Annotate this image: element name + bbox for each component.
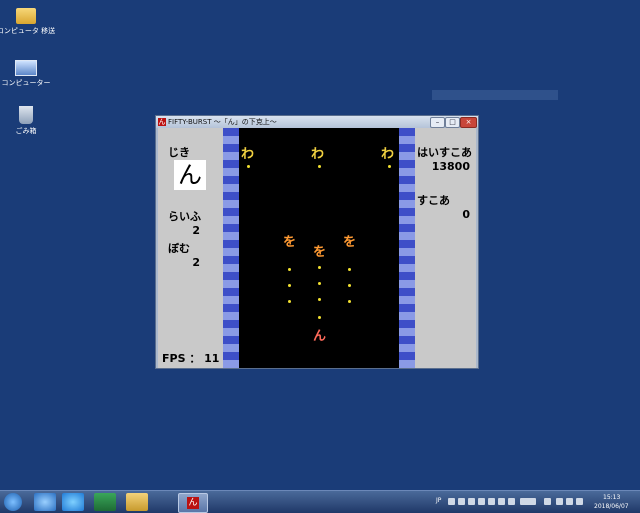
file-explorer-icon[interactable] [126, 493, 148, 511]
jiki-label: じき [168, 146, 190, 159]
right-border-stripe [399, 128, 415, 368]
taskbar-game-button[interactable]: ん [178, 493, 208, 513]
close-button[interactable]: × [460, 117, 477, 128]
maximize-button[interactable]: □ [445, 117, 460, 128]
app-logo-icon: ん [187, 497, 199, 509]
enemy-bullet [247, 165, 250, 168]
desktop-icon-computer[interactable]: コンピューター [0, 54, 58, 88]
enemy-bullet [318, 165, 321, 168]
bullet [318, 266, 321, 269]
bullet [348, 300, 351, 303]
game-client-area[interactable]: じき ん らいふ 2 ぼむ 2 FPS ： 11 わ わ わ を を を ん は… [158, 128, 476, 368]
ime-icon[interactable] [448, 498, 455, 505]
playfield: わ わ わ を を を ん [239, 128, 399, 368]
score-label: すこあ [417, 194, 450, 207]
desktop-icon-label: コンピュータ 移送 [0, 27, 56, 35]
desktop-icon-recycle-bin[interactable]: ごみ箱 [0, 102, 58, 136]
bullet [318, 282, 321, 285]
edge-icon[interactable] [62, 493, 84, 511]
enemy-wo: を [283, 235, 297, 250]
flag-icon[interactable] [566, 498, 573, 505]
bullet [348, 268, 351, 271]
life-label: らいふ [168, 210, 201, 223]
enemy-wa: わ [381, 147, 395, 162]
folder-icon [16, 8, 36, 24]
left-border-stripe [223, 128, 239, 368]
minimize-button[interactable]: – [430, 117, 445, 128]
volume-icon[interactable] [576, 498, 583, 505]
show-hidden-icons-icon[interactable] [544, 498, 551, 505]
app-logo-icon: ん [158, 118, 166, 126]
life-value: 2 [192, 224, 200, 237]
help-icon[interactable] [498, 498, 505, 505]
ime-icon[interactable] [478, 498, 485, 505]
game-window[interactable]: ん FIFTY-BURST ～「ん」の下克上～ – □ × じき ん らいふ 2… [155, 115, 479, 369]
ime-indicator[interactable]: JP [436, 497, 441, 504]
fps-counter: FPS ： 11 [162, 352, 220, 365]
excel-icon[interactable] [94, 493, 116, 511]
enemy-bullet [388, 165, 391, 168]
start-button[interactable] [4, 493, 22, 511]
taskbar: ん JP 15:13 2018/06/07 [0, 490, 640, 513]
bullet [318, 298, 321, 301]
score-value: 0 [462, 208, 470, 221]
bullet [348, 284, 351, 287]
desktop-icon-label: ごみ箱 [15, 127, 37, 135]
player-ship: ん [313, 329, 327, 344]
ime-icon[interactable] [468, 498, 475, 505]
clock-time[interactable]: 15:13 [603, 494, 620, 501]
bullet [318, 316, 321, 319]
ime-icon[interactable] [458, 498, 465, 505]
settings-icon[interactable] [508, 498, 515, 505]
clock-date[interactable]: 2018/06/07 [594, 503, 629, 510]
internet-explorer-icon[interactable] [34, 493, 56, 511]
network-icon[interactable] [556, 498, 563, 505]
desktop-icon-folder[interactable]: コンピュータ 移送 [0, 4, 58, 36]
recycle-bin-icon [19, 106, 33, 124]
jiki-character: ん [174, 160, 206, 190]
desktop-icon-label: コンピューター [1, 79, 51, 87]
enemy-wo: を [313, 245, 327, 260]
hiscore-label: はいすこあ [417, 146, 472, 159]
ime-mode-icon[interactable] [520, 498, 536, 505]
computer-icon [15, 60, 37, 76]
bomb-label: ぼむ [168, 242, 190, 255]
hiscore-value: 13800 [431, 160, 470, 173]
bomb-value: 2 [192, 256, 200, 269]
enemy-wo: を [343, 235, 357, 250]
faded-tooltip-bar [432, 90, 558, 100]
bullet [288, 300, 291, 303]
enemy-wa: わ [241, 147, 255, 162]
ime-icon[interactable] [488, 498, 495, 505]
bullet [288, 284, 291, 287]
window-titlebar[interactable]: ん FIFTY-BURST ～「ん」の下克上～ – □ × [156, 116, 478, 128]
enemy-wa: わ [311, 147, 325, 162]
window-title: FIFTY-BURST ～「ん」の下克上～ [168, 118, 277, 126]
bullet [288, 268, 291, 271]
